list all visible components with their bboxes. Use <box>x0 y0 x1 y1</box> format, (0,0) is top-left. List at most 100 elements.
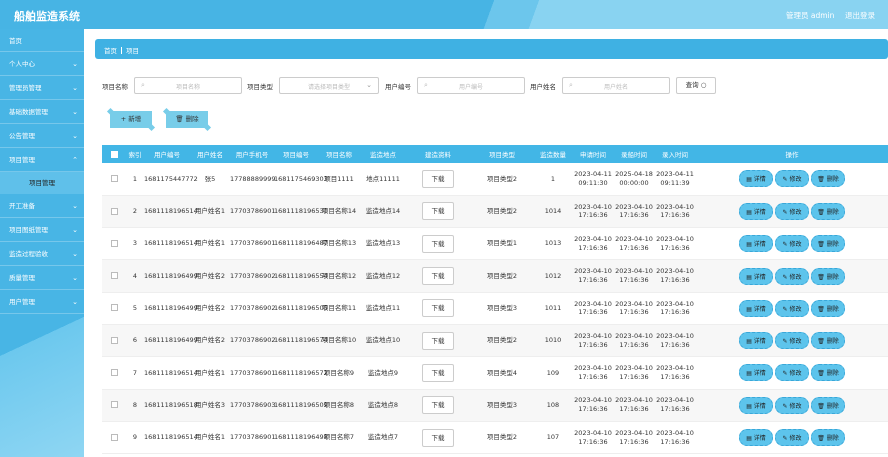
row-checkbox[interactable] <box>110 304 118 312</box>
table-cell-pcode: 1681175469303 <box>274 163 328 196</box>
row-checkbox[interactable] <box>110 401 118 409</box>
sidebar-item-profile[interactable]: 个人中心 ⌄ <box>0 52 84 76</box>
download-button[interactable]: 下载 <box>422 267 454 286</box>
add-button[interactable]: + 新增 <box>110 111 152 128</box>
edit-button[interactable]: ✎ 修改 <box>775 235 809 253</box>
row-checkbox[interactable] <box>110 336 118 344</box>
user-name-label: 用户姓名 <box>530 83 556 91</box>
app-title: 船舶监造系统 <box>14 10 80 23</box>
sidebar-item-acceptance[interactable]: 监造过程验收 ⌄ <box>0 242 84 266</box>
detail-icon: ▤ <box>746 208 752 216</box>
user-code-input[interactable]: ⌕ 用户编号 <box>417 77 525 94</box>
chevron-down-icon: ⌄ <box>72 60 78 68</box>
delete-button[interactable]: 🗑 删除 <box>811 364 845 382</box>
edit-button[interactable]: ✎ 修改 <box>775 332 809 350</box>
chevron-up-icon: ⌃ <box>72 156 78 164</box>
delete-button[interactable]: 🗑 删除 <box>811 235 845 253</box>
table-cell-ptype: 项目类型1 <box>470 227 534 261</box>
project-name-input[interactable]: ⌕ 项目名称 <box>134 77 242 94</box>
breadcrumb-home[interactable]: 首页 <box>104 47 117 55</box>
sidebar-item-drawings[interactable]: 项目图纸管理 ⌄ <box>0 218 84 242</box>
delete-button[interactable]: 🗑 删除 <box>811 396 845 414</box>
delete-button[interactable]: 🗑 删除 <box>811 267 845 285</box>
delete-button[interactable]: 🗑 删除 <box>811 332 845 350</box>
sidebar-item-label: 公告管理 <box>9 132 35 140</box>
download-button[interactable]: 下载 <box>422 234 454 253</box>
detail-button[interactable]: ▤ 详情 <box>739 429 773 447</box>
download-button[interactable]: 下载 <box>422 428 454 447</box>
sidebar-item-users[interactable]: 用户管理 ⌄ <box>0 290 84 314</box>
delete-button[interactable]: 🗑 删除 <box>811 202 845 220</box>
row-checkbox[interactable] <box>110 272 118 280</box>
edit-button[interactable]: ✎ 修改 <box>775 299 809 317</box>
edit-button[interactable]: ✎ 修改 <box>775 396 809 414</box>
table-cell-t3: 2023-04-10 17:16:36 <box>654 356 696 390</box>
sidebar-item-quality[interactable]: 质量管理 ⌄ <box>0 266 84 290</box>
detail-button[interactable]: ▤ 详情 <box>739 396 773 414</box>
delete-button[interactable]: 🗑 删除 <box>811 170 845 188</box>
download-button[interactable]: 下载 <box>422 202 454 221</box>
table-cell-uname: 用户姓名3 <box>190 389 230 422</box>
col-header: 建造资料 <box>406 145 470 163</box>
table-cell-t3: 2023-04-10 17:16:36 <box>654 324 696 358</box>
sidebar-item-home[interactable]: 首页 <box>0 29 84 52</box>
table-cell-uname: 用户姓名2 <box>190 259 230 293</box>
select-all-checkbox[interactable] <box>110 150 118 158</box>
table-cell-pname: 项目名称10 <box>318 324 360 358</box>
table-cell-phone: 17703786901 <box>230 421 276 455</box>
sidebar-item-label: 个人中心 <box>9 60 35 68</box>
sidebar-subitem-project[interactable]: 项目管理 <box>0 172 84 194</box>
detail-button[interactable]: ▤ 详情 <box>739 202 773 220</box>
download-button[interactable]: 下载 <box>422 169 454 188</box>
query-button[interactable]: 查询 ○ <box>676 77 716 94</box>
edit-button[interactable]: ✎ 修改 <box>775 267 809 285</box>
sidebar-item-admin[interactable]: 管理员管理 ⌄ <box>0 76 84 100</box>
col-header: 录入时间 <box>654 145 696 163</box>
detail-button[interactable]: ▤ 详情 <box>739 267 773 285</box>
table-cell-idx: 5 <box>126 292 144 325</box>
delete-button[interactable]: 🗑 删除 <box>811 429 845 447</box>
row-checkbox[interactable] <box>110 369 118 377</box>
current-user[interactable]: 管理员 admin <box>786 10 834 21</box>
edit-button[interactable]: ✎ 修改 <box>775 202 809 220</box>
row-checkbox[interactable] <box>110 175 118 183</box>
edit-icon: ✎ <box>782 176 788 184</box>
edit-button[interactable]: ✎ 修改 <box>775 364 809 382</box>
col-header: 用户编号 <box>144 145 190 163</box>
project-type-select[interactable]: 请选择项目类型 ⌄ <box>279 77 379 94</box>
download-button[interactable]: 下载 <box>422 331 454 350</box>
table-cell-ucode: 1681118196499 <box>144 259 198 293</box>
detail-button[interactable]: ▤ 详情 <box>739 170 773 188</box>
batch-delete-button[interactable]: 🗑 删除 <box>166 111 208 128</box>
chevron-down-icon: ⌄ <box>72 298 78 306</box>
sidebar-item-basic-data[interactable]: 基础数据管理 ⌄ <box>0 100 84 124</box>
detail-button[interactable]: ▤ 详情 <box>739 235 773 253</box>
table-cell-ucode: 1681118196514 <box>144 195 198 229</box>
download-button[interactable]: 下载 <box>422 396 454 415</box>
detail-icon: ▤ <box>746 402 752 410</box>
delete-button[interactable]: 🗑 删除 <box>811 299 845 317</box>
edit-button[interactable]: ✎ 修改 <box>775 170 809 188</box>
row-checkbox[interactable] <box>110 207 118 215</box>
table-cell-ucode: 1681118196514 <box>144 227 198 261</box>
detail-button[interactable]: ▤ 详情 <box>739 299 773 317</box>
user-name-input[interactable]: ⌕ 用户姓名 <box>562 77 670 94</box>
table-cell-ucode: 1681118196499 <box>144 324 198 358</box>
row-checkbox[interactable] <box>110 433 118 441</box>
table-cell-pname: 项目名称8 <box>318 389 360 422</box>
sidebar-item-notice[interactable]: 公告管理 ⌄ <box>0 124 84 148</box>
download-button[interactable]: 下载 <box>422 363 454 382</box>
logout-link[interactable]: 退出登录 <box>845 10 875 21</box>
row-checkbox[interactable] <box>110 239 118 247</box>
table-cell-qty: 1014 <box>534 195 572 229</box>
table-cell-t1: 2023-04-10 17:16:36 <box>572 195 614 229</box>
download-button[interactable]: 下载 <box>422 299 454 318</box>
sidebar-item-start-prep[interactable]: 开工准备 ⌄ <box>0 194 84 218</box>
table-cell-t2: 2023-04-10 17:16:36 <box>614 227 654 261</box>
table-cell-phone: 17703786901 <box>230 195 276 229</box>
edit-button[interactable]: ✎ 修改 <box>775 429 809 447</box>
sidebar-item-project[interactable]: 项目管理 ⌃ <box>0 148 84 172</box>
detail-button[interactable]: ▤ 详情 <box>739 332 773 350</box>
table-cell-idx: 4 <box>126 259 144 293</box>
detail-button[interactable]: ▤ 详情 <box>739 364 773 382</box>
